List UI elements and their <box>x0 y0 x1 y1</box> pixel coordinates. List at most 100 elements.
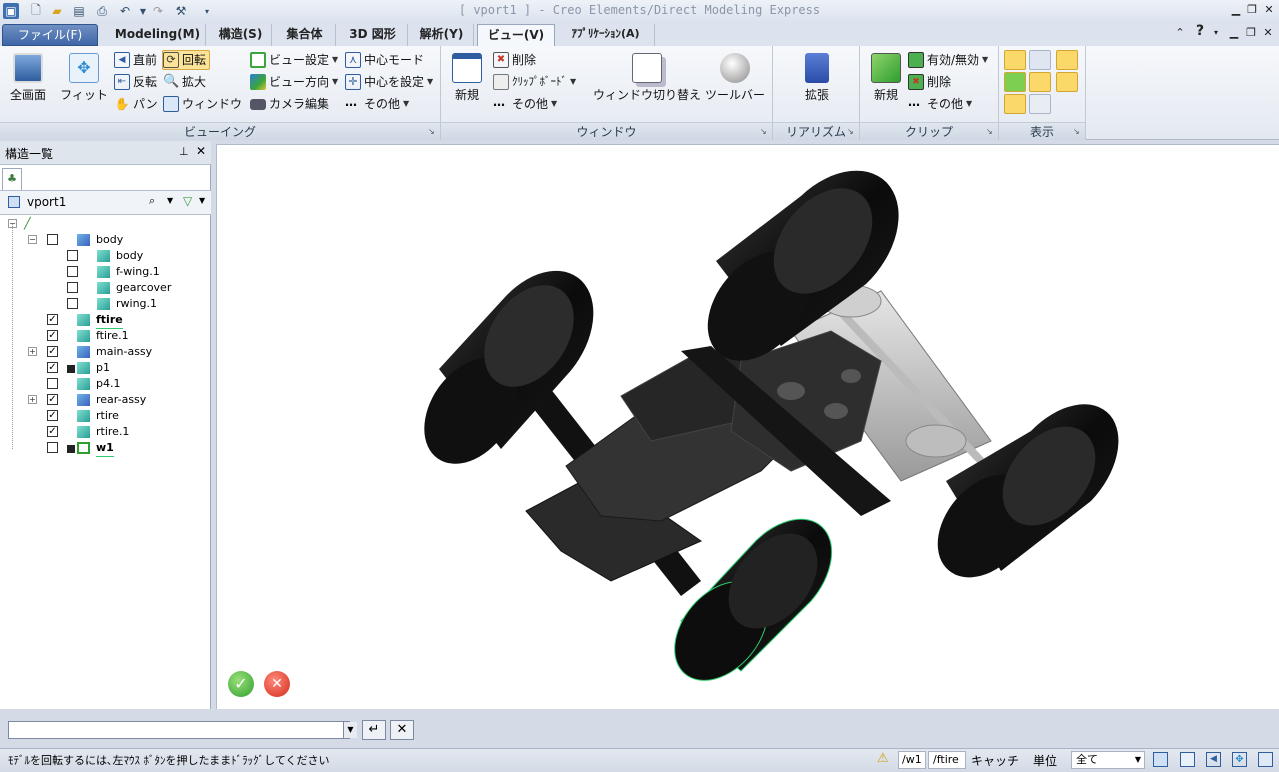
filter-icon[interactable]: ▽ <box>183 194 192 208</box>
explode-display-button[interactable] <box>1029 94 1051 114</box>
tab-analysis[interactable]: 解析(Y) <box>410 24 474 46</box>
pin-icon[interactable]: ⊥ <box>179 145 189 158</box>
view-direction-button[interactable]: ビュー方向 ▼ <box>250 72 338 92</box>
tab-view[interactable]: ビュー(V) <box>477 24 555 46</box>
collapse-ribbon-icon[interactable]: ⌃ <box>1172 26 1188 40</box>
visibility-checkbox[interactable]: ✓ <box>47 314 58 325</box>
doc-restore-icon[interactable]: ❐ <box>1243 26 1259 40</box>
doc-close-icon[interactable]: ✕ <box>1260 26 1276 40</box>
zoom-button[interactable]: 🔍 拡大 <box>163 72 206 92</box>
visibility-checkbox[interactable]: ✓ <box>47 362 58 373</box>
switch-window-button[interactable]: ウィンドウ切り替え <box>591 53 703 103</box>
window-zoom-button[interactable]: ウィンドウ <box>163 94 242 114</box>
warning-icon[interactable]: ⚠ <box>877 751 889 766</box>
tree-row[interactable]: − body <box>0 232 205 248</box>
display-launcher-icon[interactable]: ↘ <box>1073 127 1082 136</box>
tab-structure[interactable]: 構造(S) <box>210 24 272 46</box>
fullscreen-button[interactable]: 全画面 <box>6 53 50 103</box>
part-field[interactable]: /ftire <box>928 751 966 769</box>
tree-row[interactable]: body <box>0 248 205 264</box>
enter-icon[interactable]: ↵ <box>362 720 386 740</box>
clip-delete-button[interactable]: ✖ 削除 <box>908 72 951 92</box>
back-icon[interactable]: ◀ <box>1206 752 1221 767</box>
visibility-checkbox[interactable] <box>67 282 78 293</box>
restore-icon[interactable]: ❐ <box>1244 3 1260 17</box>
filter-dropdown-icon[interactable]: ▼ <box>199 196 205 205</box>
window-launcher-icon[interactable]: ↘ <box>760 127 769 136</box>
tree-row[interactable]: gearcover <box>0 280 205 296</box>
previous-view-button[interactable]: ◀ 直前 <box>114 50 157 70</box>
rotate-button[interactable]: ⟳ 回転 <box>162 50 211 70</box>
tab-3d-geometry[interactable]: 3D 図形 <box>338 24 408 46</box>
viewing-launcher-icon[interactable]: ↘ <box>428 127 437 136</box>
tree-row[interactable]: ✓ p1 <box>0 360 205 376</box>
transparent-display-button[interactable] <box>1056 72 1078 92</box>
reverse-button[interactable]: ⇤ 反転 <box>114 72 157 92</box>
clip-toggle-button[interactable]: 有効/無効 ▼ <box>908 50 988 70</box>
tab-application[interactable]: ｱﾌﾟﾘｹｰｼｮﾝ(A) <box>557 24 655 46</box>
chassis[interactable] <box>565 330 891 522</box>
shaded-edges-button[interactable] <box>1029 50 1051 70</box>
visibility-checkbox[interactable]: ✓ <box>47 330 58 341</box>
visibility-checkbox[interactable]: ✓ <box>47 346 58 357</box>
clip-other-button[interactable]: … その他 ▼ <box>908 94 972 114</box>
visibility-checkbox[interactable] <box>67 298 78 309</box>
pan-button[interactable]: ✋ パン <box>114 94 158 114</box>
visibility-checkbox[interactable] <box>67 266 78 277</box>
tab-assembly[interactable]: 集合体 <box>274 24 336 46</box>
collapse-icon[interactable]: − <box>28 235 37 244</box>
tree-row[interactable]: ✓ rtire <box>0 408 205 424</box>
tree-row[interactable]: + ✓ rear-assy <box>0 392 205 408</box>
binoculars-icon[interactable]: ⌕ <box>149 194 155 208</box>
visibility-checkbox[interactable]: ✓ <box>47 394 58 405</box>
center-mode-button[interactable]: ⋏ 中心モード <box>345 50 424 70</box>
fit-all-icon[interactable]: ✥ <box>1232 752 1247 767</box>
delete-window-button[interactable]: ✖ 削除 <box>493 50 536 70</box>
camera-edit-button[interactable]: カメラ編集 <box>250 94 329 114</box>
tree-row[interactable]: p4.1 <box>0 376 205 392</box>
viewing-other-button[interactable]: … その他 ▼ <box>345 94 409 114</box>
cancel-icon[interactable]: ✕ <box>264 671 290 697</box>
dimension-display-button[interactable] <box>1004 94 1026 114</box>
command-dropdown-icon[interactable]: ▼ <box>343 722 357 738</box>
extend-button[interactable]: 拡張 <box>787 53 847 103</box>
tree-row[interactable]: ✓ ftire <box>0 312 205 329</box>
filter-select[interactable]: 全て ▼ <box>1071 751 1145 769</box>
view-settings-button[interactable]: ビュー設定 ▼ <box>250 50 338 70</box>
panel-close-icon[interactable]: ✕ <box>196 144 206 158</box>
tree-row[interactable]: w1 <box>0 440 205 457</box>
visibility-checkbox[interactable] <box>47 378 58 389</box>
clip-launcher-icon[interactable]: ↘ <box>986 127 995 136</box>
realism-launcher-icon[interactable]: ↘ <box>847 127 856 136</box>
close-icon[interactable]: ✕ <box>1261 3 1277 17</box>
visibility-checkbox[interactable]: ✓ <box>47 426 58 437</box>
visibility-checkbox[interactable] <box>67 250 78 261</box>
toolbar-button[interactable]: ツールバー <box>703 53 767 103</box>
tree-row[interactable]: ✓ ftire.1 <box>0 328 205 344</box>
visibility-checkbox[interactable] <box>47 442 58 453</box>
set-center-button[interactable]: ✛ 中心を設定 ▼ <box>345 72 433 92</box>
visibility-checkbox[interactable] <box>47 234 58 245</box>
new-clip-button[interactable]: 新規 <box>866 53 906 103</box>
catch-button[interactable]: キャッチ <box>971 752 1019 769</box>
grid-icon[interactable] <box>1180 752 1195 767</box>
visibility-checkbox[interactable]: ✓ <box>47 410 58 421</box>
feature-display-button[interactable] <box>1004 72 1026 92</box>
new-window-button[interactable]: 新規 <box>449 53 485 103</box>
unit-button[interactable]: 単位 <box>1033 752 1057 769</box>
wireframe-display-button[interactable] <box>1056 50 1078 70</box>
clipboard-button[interactable]: ｸﾘｯﾌﾟﾎﾞｰﾄﾞ ▼ <box>493 72 576 92</box>
shaded-display-button[interactable] <box>1004 50 1026 70</box>
workplane-field[interactable]: /w1 <box>898 751 926 769</box>
doc-minimize-icon[interactable]: ▁ <box>1226 26 1242 40</box>
fit-button[interactable]: ✥ フィット <box>58 53 110 103</box>
minimize-icon[interactable]: ▁ <box>1228 3 1244 17</box>
tab-file[interactable]: ファイル(F) <box>2 24 98 46</box>
help-icon[interactable]: ? <box>1192 24 1208 38</box>
tree-row[interactable]: f-wing.1 <box>0 264 205 280</box>
help-dropdown-icon[interactable]: ▾ <box>1208 26 1224 40</box>
tree-row[interactable]: rwing.1 <box>0 296 205 312</box>
tab-modeling[interactable]: Modeling(M) <box>110 24 206 46</box>
viewport-list-icon[interactable] <box>1153 752 1168 767</box>
3d-viewport[interactable]: ✓ ✕ <box>216 144 1279 709</box>
